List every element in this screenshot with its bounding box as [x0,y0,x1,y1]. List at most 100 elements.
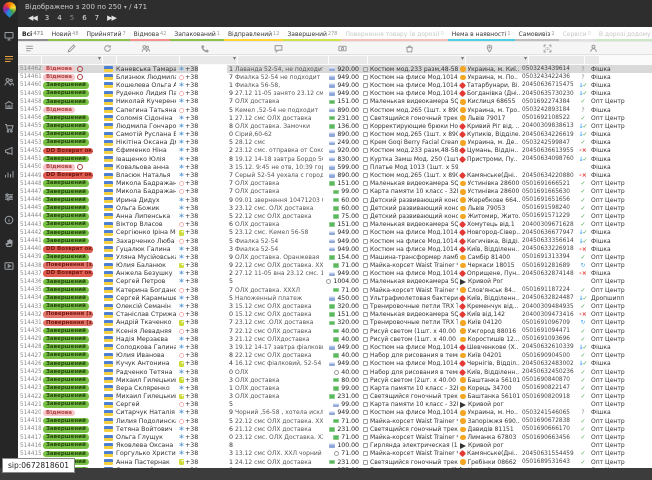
phone-cell[interactable]: ○+387 [176,73,233,81]
filter-phone[interactable]: ▾ [180,56,237,64]
tracking-number[interactable]: 0501691651656 [520,196,575,204]
column-channel[interactable] [101,42,114,54]
tracking-number[interactable]: 0503243422436 [520,73,575,81]
phone-cell[interactable]: *+389 [176,196,233,204]
tracking-number[interactable]: 20450636613955 [520,147,575,155]
tracking-number[interactable]: 20450633226918 [520,245,575,253]
table-row[interactable]: 514418 Завершений Тетяна Войтович *+386 … [18,425,652,433]
phone-cell[interactable]: ○+385 [176,106,233,114]
filter-order-id[interactable] [18,56,41,64]
table-row[interactable]: 514414 Завершений Анна Пастернак +381 24… [18,458,652,466]
filter-channel[interactable] [103,56,116,64]
tab-Відмова[interactable]: Відмова42 [130,27,171,41]
phone-cell[interactable]: ○+385 [176,401,233,409]
table-row[interactable]: 514439 Завершений Уляна Мусійовська *+38… [18,253,652,261]
table-row[interactable]: 514438 Повернення (з... Юлия Баланюк +38… [18,262,652,270]
phone-cell[interactable]: *+380 [176,433,233,441]
phone-cell[interactable]: *+388 [176,122,233,130]
column-delivery[interactable] [458,42,520,54]
table-row[interactable]: 514430 Завершений Ксенія Левадняя ○+387 … [18,327,652,335]
page-3[interactable]: 3 [45,14,49,22]
filter-comment[interactable] [238,56,328,64]
tracking-number[interactable]: 0501691666521 [520,180,575,188]
phone-cell[interactable]: +383 [176,393,233,401]
phone-cell[interactable]: *+387 [176,171,233,179]
phone-cell[interactable]: *+383 [176,245,233,253]
phone-cell[interactable]: *+383 [176,335,233,343]
phone-cell[interactable]: *+385 [176,294,233,302]
phone-cell[interactable]: *+385 [176,139,233,147]
table-row[interactable]: 514419 Завершений Лилия Подолинская ○+38… [18,417,652,425]
phone-cell[interactable]: ○+380 [176,311,233,319]
phone-cell[interactable]: *+382 [176,147,233,155]
phone-cell[interactable]: *+388 [176,155,233,163]
table-row[interactable]: 514429 Завершений Надія Мерзаєва *+383 2… [18,335,652,343]
phone-cell[interactable]: *+381 [176,384,233,392]
table-row[interactable]: 514449 DD Возврат ок. Власюк Наталья *+3… [18,171,652,179]
table-row[interactable]: 514448 Завершений Микола Бадражан ○+387 … [18,180,652,188]
filter-tracking[interactable] [529,56,584,64]
sidebar-item-customers[interactable] [0,70,18,93]
tracking-number[interactable]: 0501691096709 [520,319,575,327]
tracking-number[interactable]: 0501691313394 [520,253,575,261]
shown-range[interactable]: Відображено з 200 по 250 ▾ / 471 [18,0,652,11]
phone-cell[interactable]: +384 [176,360,233,368]
phone-cell[interactable]: *+380 [176,368,233,376]
column-phone[interactable] [176,42,233,54]
table-row[interactable]: 514443 Завершений Віктор Власов ○+386 ОЛ… [18,221,652,229]
phone-cell[interactable]: *+383 [176,204,233,212]
column-payment[interactable] [323,42,361,54]
phone-cell[interactable]: *+381 [176,81,233,89]
table-row[interactable]: 514450 Відмова Ковальова анна *+383 15.1… [18,163,652,171]
tracking-number[interactable]: 20450634098760 [520,155,575,163]
tracking-number[interactable] [520,442,575,450]
phone-cell[interactable]: ○+386 [176,221,233,229]
table-row[interactable]: 514422 Завершений Михаил Гилецький +383 … [18,393,652,401]
tracking-number[interactable]: 0501690904500 [520,352,575,360]
table-row[interactable]: 514445 Завершений Ольга Божик *+383 23.1… [18,204,652,212]
filter-products[interactable]: ▾ [368,56,465,64]
sidebar-item-marketing[interactable] [0,139,18,162]
sidebar-item-orders[interactable] [0,47,18,70]
phone-cell[interactable]: ○+385 [176,417,233,425]
page-4[interactable]: 4 [57,14,61,22]
sidebar-item-statistics[interactable] [0,162,18,185]
phone-cell[interactable]: *+383 [176,343,233,351]
phone-cell[interactable]: *+380 [176,131,233,139]
tracking-number[interactable]: 0501692274384 [520,98,575,106]
phone-cell[interactable]: *+389 [176,253,233,261]
tracking-number[interactable]: 20450632874148 [520,270,575,278]
tracking-number[interactable]: 0501691598240 [520,204,575,212]
table-row[interactable]: 514446 Завершений Ирина Дидух *+389 09.0… [18,196,652,204]
tracking-number[interactable]: 0503241546065 [520,409,575,417]
table-row[interactable]: 514457 Відмова Сапегина Татьяна С... ○+3… [18,106,652,114]
filter-delivery[interactable]: ▾ [466,56,528,64]
tracking-number[interactable]: 20450636715475 [520,81,575,89]
tracking-number[interactable]: 0501690666170 [520,425,575,433]
tracking-number[interactable]: 20450632450236 [520,368,575,376]
table-row[interactable]: 514451 Завершений Іващенко Юлія *+388 19… [18,155,652,163]
app-logo-icon[interactable] [0,0,18,18]
table-row[interactable]: 514447 Завершений Микола Бадражан ○+387 … [18,188,652,196]
tab-Відправлений[interactable]: Відправлений12 [224,27,284,41]
table-row[interactable]: 514433 Завершений Олексій Семанін *+383 … [18,302,652,310]
table-row[interactable]: 514454 Завершений Самотій Руслана Во... … [18,131,652,139]
table-row[interactable]: 514459 Завершений Руденко Лидия Пав... ○… [18,90,652,98]
tracking-number[interactable]: 0501691187224 [520,286,575,294]
sidebar-item-store[interactable] [0,93,18,116]
column-products[interactable] [361,42,458,54]
phone-cell[interactable]: +381 [176,458,233,466]
phone-cell[interactable]: *+387 [176,98,233,106]
phone-cell[interactable]: *+385 [176,212,233,220]
table-row[interactable]: 514458 Завершений Николай Кучеренко *+38… [18,98,652,106]
table-row[interactable]: 514453 Завершений Нікітіна Оксана Дми...… [18,139,652,147]
column-manager[interactable] [589,42,598,54]
tracking-number[interactable]: 20400309838613 [520,122,575,130]
table-row[interactable]: 514462 Відмова Каневська Тамара ... *+38… [18,65,652,73]
tracking-number[interactable]: 0501690820918 [520,393,575,401]
sidebar-item-access[interactable] [0,231,18,254]
tracking-number[interactable]: 0503242599847 [520,139,575,147]
phone-cell[interactable]: *+382 [176,270,233,278]
column-comment[interactable] [233,42,323,54]
tracking-number[interactable] [520,163,575,171]
